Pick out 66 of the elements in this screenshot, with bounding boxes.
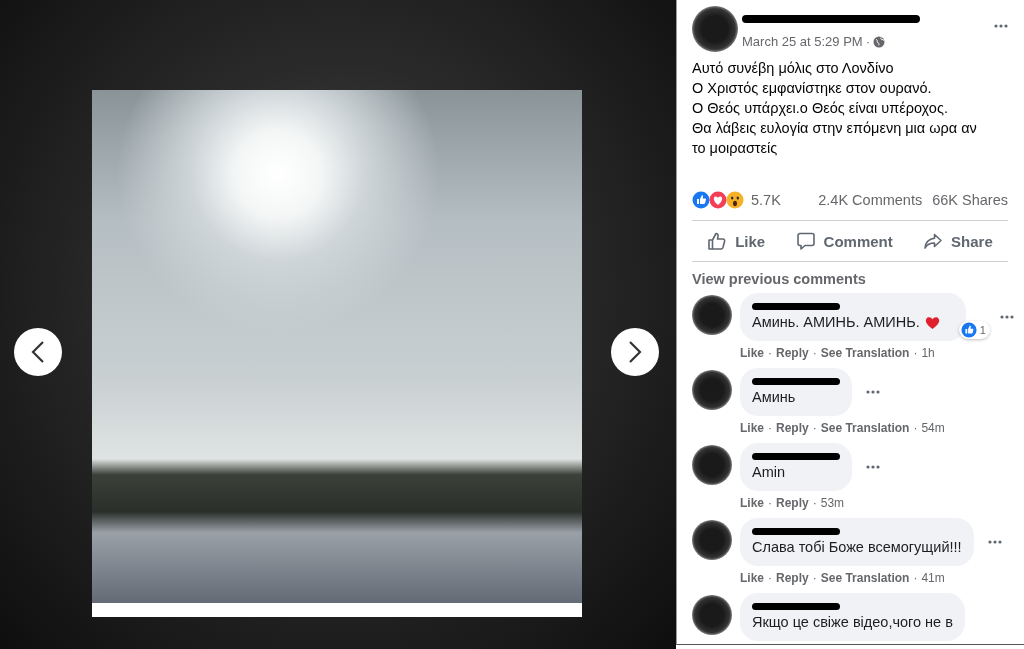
more-options-icon[interactable] (866, 465, 880, 469)
more-options-icon[interactable] (866, 390, 880, 394)
avatar (692, 445, 732, 485)
avatar (692, 595, 732, 635)
comment-text: Аминь. АМИНЬ. АМИНЬ. (752, 313, 920, 332)
heart-reaction-icon (709, 191, 727, 209)
post-timestamp[interactable]: March 25 at 5:29 PM (742, 34, 863, 49)
reaction-badge[interactable]: 1 (958, 321, 990, 339)
separator-dot: · (812, 571, 817, 585)
comment-text: Якщо це свіже відео,чого не в (752, 613, 953, 632)
heart-icon (924, 315, 940, 330)
like-reaction-icon (960, 322, 977, 338)
comment-timestamp[interactable]: 1h (921, 346, 935, 360)
comment-count[interactable]: 2.4K Comments (818, 192, 923, 208)
separator-dot: · (768, 346, 772, 360)
avatar (692, 6, 738, 52)
chevron-left-icon (31, 340, 45, 364)
comment-text: Amin (752, 463, 786, 482)
avatar (692, 295, 732, 335)
globe-icon (873, 35, 885, 48)
comment-timestamp[interactable]: 54m (921, 421, 945, 435)
like-link[interactable]: Like (740, 571, 764, 585)
reply-link[interactable]: Reply (776, 571, 809, 585)
surprised-face-icon (726, 191, 744, 209)
chevron-right-icon (628, 340, 642, 364)
separator-dot: · (913, 421, 918, 435)
separator-dot: · (913, 346, 918, 360)
share-arrow-icon (923, 231, 944, 251)
like-reaction-icon (692, 191, 710, 209)
next-button[interactable] (611, 328, 659, 376)
like-button[interactable]: Like (703, 221, 770, 261)
separator-dot: · (865, 34, 870, 49)
separator-dot: · (768, 496, 772, 510)
see-translation-link[interactable]: See Translation (820, 346, 910, 360)
separator-dot: · (913, 571, 918, 585)
thumbs-up-icon (707, 231, 728, 251)
reply-link[interactable]: Reply (776, 346, 809, 360)
comment-button[interactable]: Comment (791, 221, 897, 261)
comment-text: Аминь (752, 388, 796, 407)
separator-dot: · (812, 346, 817, 360)
share-count[interactable]: 66K Shares (932, 192, 1008, 208)
avatar (692, 520, 732, 560)
comment-timestamp[interactable]: 53m (820, 496, 845, 510)
reply-link[interactable]: Reply (776, 496, 809, 510)
comment-timestamp[interactable]: 41m (921, 571, 945, 585)
more-options-icon[interactable] (994, 24, 1008, 28)
reaction-count[interactable]: 5.7K (751, 192, 781, 208)
more-options-icon[interactable] (987, 540, 1002, 544)
like-link[interactable]: Like (740, 496, 764, 510)
reply-link[interactable]: Reply (776, 421, 809, 435)
more-options-icon[interactable] (999, 315, 1014, 319)
like-link[interactable]: Like (740, 421, 764, 435)
share-button[interactable]: Share (919, 221, 997, 261)
comment-text: Слава тобі Боже всемогущий!!! (752, 538, 962, 557)
separator-dot: · (768, 421, 772, 435)
speech-bubble-icon (795, 231, 816, 251)
see-translation-link[interactable]: See Translation (820, 421, 910, 435)
previous-button[interactable] (14, 328, 62, 376)
view-previous-comments-link[interactable]: View previous comments (692, 271, 1008, 287)
like-link[interactable]: Like (740, 346, 764, 360)
post-text: Αυτό συνέβη μόλις στο Λονδίνο Ο Χριστός εμφανίστηκε στον ουρανό. Ο Θεός υπάρχει.ο Θεός είναι υπέροχος. Θα λάβεις ευλογία στην επόμενη μια ωρα αν το μοιραστείς (692, 59, 978, 158)
separator-dot: · (812, 421, 817, 435)
avatar (692, 370, 732, 410)
see-translation-link[interactable]: See Translation (820, 571, 910, 585)
separator-dot: · (768, 571, 772, 585)
separator-dot: · (812, 496, 817, 510)
